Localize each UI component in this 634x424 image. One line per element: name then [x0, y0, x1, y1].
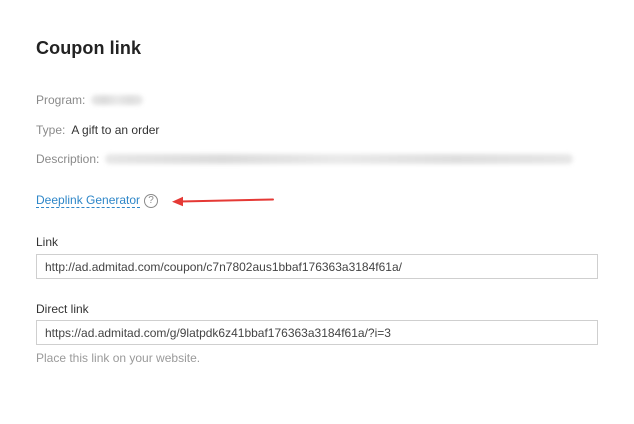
program-label: Program:	[36, 93, 86, 107]
description-row: Description:	[36, 152, 574, 166]
description-value-redacted	[105, 154, 574, 164]
program-value-redacted	[91, 95, 144, 105]
direct-link-input[interactable]	[36, 320, 598, 345]
link-input[interactable]	[36, 254, 598, 279]
link-label: Link	[36, 235, 59, 249]
deeplink-generator-link[interactable]: Deeplink Generator	[36, 194, 141, 208]
type-label: Type:	[36, 123, 66, 137]
coupon-link-panel: Coupon link Program: Type: A gift to an …	[0, 0, 634, 424]
type-value: A gift to an order	[71, 123, 160, 137]
question-circle-icon[interactable]: ?	[144, 194, 159, 208]
deeplink-generator: Deeplink Generator ?	[36, 194, 159, 208]
description-label: Description:	[36, 152, 100, 166]
direct-link-label: Direct link	[36, 302, 89, 316]
type-row: Type: A gift to an order	[36, 123, 159, 137]
red-arrow-icon	[172, 196, 274, 207]
program-row: Program:	[36, 93, 144, 107]
page-title: Coupon link	[36, 38, 142, 58]
direct-link-hint: Place this link on your website.	[36, 351, 201, 365]
